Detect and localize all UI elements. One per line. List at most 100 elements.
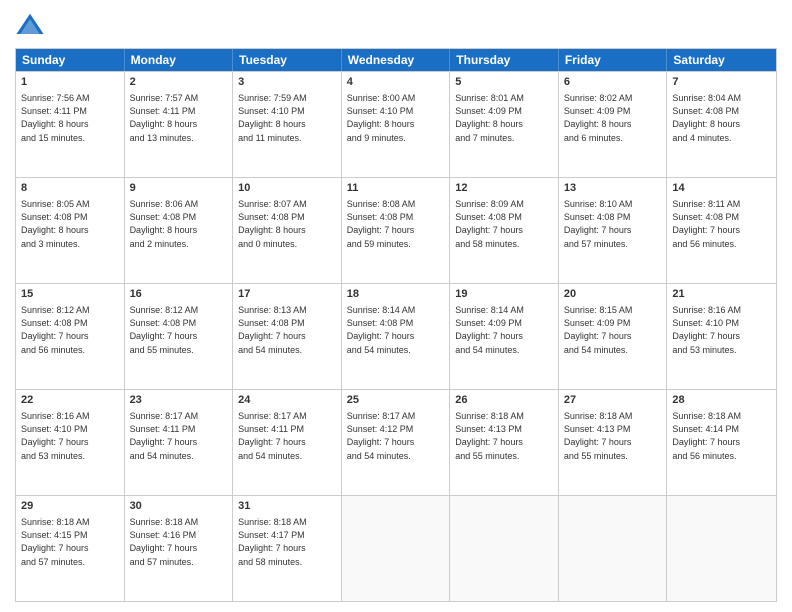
cal-cell-2-4: 11 Sunrise: 8:08 AM Sunset: 4:08 PM Dayli… [342, 178, 451, 283]
day-number: 2 [130, 75, 228, 90]
day-number: 3 [238, 75, 336, 90]
cell-info: Sunrise: 8:09 AM Sunset: 4:08 PM Dayligh… [455, 198, 553, 250]
cell-info: Sunrise: 8:18 AM Sunset: 4:17 PM Dayligh… [238, 516, 336, 568]
cal-cell-2-5: 12 Sunrise: 8:09 AM Sunset: 4:08 PM Dayli… [450, 178, 559, 283]
cell-info: Sunrise: 8:01 AM Sunset: 4:09 PM Dayligh… [455, 92, 553, 144]
cell-info: Sunrise: 8:18 AM Sunset: 4:14 PM Dayligh… [672, 410, 771, 462]
day-number: 10 [238, 181, 336, 196]
cal-cell-4-1: 22Sunrise: 8:16 AM Sunset: 4:10 PM Dayli… [16, 390, 125, 495]
cell-info: Sunrise: 8:18 AM Sunset: 4:13 PM Dayligh… [564, 410, 662, 462]
day-number: 25 [347, 393, 445, 408]
cal-cell-1-2: 2 Sunrise: 7:57 AM Sunset: 4:11 PM Daylig… [125, 72, 234, 177]
cal-row-1: 1 Sunrise: 7:56 AM Sunset: 4:11 PM Daylig… [16, 71, 776, 177]
cal-cell-3-2: 16 Sunrise: 8:12 AM Sunset: 4:08 PM Dayli… [125, 284, 234, 389]
cal-cell-2-2: 9Sunrise: 8:06 AM Sunset: 4:08 PM Daylig… [125, 178, 234, 283]
cal-cell-2-7: 14 Sunrise: 8:11 AM Sunset: 4:08 PM Dayli… [667, 178, 776, 283]
cal-cell-3-7: 21Sunrise: 8:16 AM Sunset: 4:10 PM Dayli… [667, 284, 776, 389]
cal-cell-4-6: 27 Sunrise: 8:18 AM Sunset: 4:13 PM Dayli… [559, 390, 668, 495]
header-day-friday: Friday [559, 49, 668, 71]
cell-info: Sunrise: 8:05 AM Sunset: 4:08 PM Dayligh… [21, 198, 119, 250]
day-number: 24 [238, 393, 336, 408]
cal-cell-5-7 [667, 496, 776, 601]
calendar: SundayMondayTuesdayWednesdayThursdayFrid… [15, 48, 777, 602]
cal-cell-2-3: 10 Sunrise: 8:07 AM Sunset: 4:08 PM Dayli… [233, 178, 342, 283]
day-number: 20 [564, 287, 662, 302]
header-day-sunday: Sunday [16, 49, 125, 71]
day-number: 12 [455, 181, 553, 196]
day-number: 7 [672, 75, 771, 90]
cell-info: Sunrise: 8:04 AM Sunset: 4:08 PM Dayligh… [672, 92, 771, 144]
day-number: 11 [347, 181, 445, 196]
cell-info: Sunrise: 8:17 AM Sunset: 4:11 PM Dayligh… [238, 410, 336, 462]
day-number: 30 [130, 499, 228, 514]
cell-info: Sunrise: 8:00 AM Sunset: 4:10 PM Dayligh… [347, 92, 445, 144]
cal-row-3: 15 Sunrise: 8:12 AM Sunset: 4:08 PM Dayli… [16, 283, 776, 389]
day-number: 26 [455, 393, 553, 408]
cell-info: Sunrise: 8:14 AM Sunset: 4:09 PM Dayligh… [455, 304, 553, 356]
cal-cell-4-3: 24 Sunrise: 8:17 AM Sunset: 4:11 PM Dayli… [233, 390, 342, 495]
calendar-body: 1 Sunrise: 7:56 AM Sunset: 4:11 PM Daylig… [16, 71, 776, 601]
day-number: 1 [21, 75, 119, 90]
day-number: 8 [21, 181, 119, 196]
cal-cell-3-1: 15 Sunrise: 8:12 AM Sunset: 4:08 PM Dayli… [16, 284, 125, 389]
cal-cell-5-1: 29Sunrise: 8:18 AM Sunset: 4:15 PM Dayli… [16, 496, 125, 601]
cal-cell-5-5 [450, 496, 559, 601]
logo-icon [15, 10, 45, 40]
cell-info: Sunrise: 7:56 AM Sunset: 4:11 PM Dayligh… [21, 92, 119, 144]
cal-cell-1-6: 6 Sunrise: 8:02 AM Sunset: 4:09 PM Daylig… [559, 72, 668, 177]
cal-cell-3-3: 17 Sunrise: 8:13 AM Sunset: 4:08 PM Dayli… [233, 284, 342, 389]
cell-info: Sunrise: 8:17 AM Sunset: 4:12 PM Dayligh… [347, 410, 445, 462]
cell-info: Sunrise: 8:17 AM Sunset: 4:11 PM Dayligh… [130, 410, 228, 462]
day-number: 17 [238, 287, 336, 302]
cal-cell-1-5: 5 Sunrise: 8:01 AM Sunset: 4:09 PM Daylig… [450, 72, 559, 177]
cell-info: Sunrise: 8:13 AM Sunset: 4:08 PM Dayligh… [238, 304, 336, 356]
cal-row-4: 22Sunrise: 8:16 AM Sunset: 4:10 PM Dayli… [16, 389, 776, 495]
day-number: 31 [238, 499, 336, 514]
cal-cell-4-7: 28 Sunrise: 8:18 AM Sunset: 4:14 PM Dayli… [667, 390, 776, 495]
cal-cell-5-3: 31 Sunrise: 8:18 AM Sunset: 4:17 PM Dayli… [233, 496, 342, 601]
day-number: 22 [21, 393, 119, 408]
day-number: 14 [672, 181, 771, 196]
cell-info: Sunrise: 7:57 AM Sunset: 4:11 PM Dayligh… [130, 92, 228, 144]
cell-info: Sunrise: 8:14 AM Sunset: 4:08 PM Dayligh… [347, 304, 445, 356]
cell-info: Sunrise: 8:16 AM Sunset: 4:10 PM Dayligh… [672, 304, 771, 356]
day-number: 19 [455, 287, 553, 302]
day-number: 15 [21, 287, 119, 302]
day-number: 5 [455, 75, 553, 90]
header-day-wednesday: Wednesday [342, 49, 451, 71]
cell-info: Sunrise: 8:12 AM Sunset: 4:08 PM Dayligh… [21, 304, 119, 356]
cal-cell-1-1: 1 Sunrise: 7:56 AM Sunset: 4:11 PM Daylig… [16, 72, 125, 177]
cell-info: Sunrise: 8:02 AM Sunset: 4:09 PM Dayligh… [564, 92, 662, 144]
cal-cell-5-4 [342, 496, 451, 601]
cal-cell-4-5: 26Sunrise: 8:18 AM Sunset: 4:13 PM Dayli… [450, 390, 559, 495]
day-number: 16 [130, 287, 228, 302]
day-number: 18 [347, 287, 445, 302]
cal-row-2: 8 Sunrise: 8:05 AM Sunset: 4:08 PM Daylig… [16, 177, 776, 283]
cal-row-5: 29Sunrise: 8:18 AM Sunset: 4:15 PM Dayli… [16, 495, 776, 601]
day-number: 28 [672, 393, 771, 408]
day-number: 23 [130, 393, 228, 408]
header-day-thursday: Thursday [450, 49, 559, 71]
cell-info: Sunrise: 8:08 AM Sunset: 4:08 PM Dayligh… [347, 198, 445, 250]
cell-info: Sunrise: 8:07 AM Sunset: 4:08 PM Dayligh… [238, 198, 336, 250]
day-number: 27 [564, 393, 662, 408]
cell-info: Sunrise: 8:11 AM Sunset: 4:08 PM Dayligh… [672, 198, 771, 250]
cal-cell-5-2: 30 Sunrise: 8:18 AM Sunset: 4:16 PM Dayli… [125, 496, 234, 601]
calendar-header: SundayMondayTuesdayWednesdayThursdayFrid… [16, 49, 776, 71]
day-number: 13 [564, 181, 662, 196]
cell-info: Sunrise: 7:59 AM Sunset: 4:10 PM Dayligh… [238, 92, 336, 144]
cell-info: Sunrise: 8:18 AM Sunset: 4:16 PM Dayligh… [130, 516, 228, 568]
day-number: 6 [564, 75, 662, 90]
cal-cell-2-6: 13 Sunrise: 8:10 AM Sunset: 4:08 PM Dayli… [559, 178, 668, 283]
cell-info: Sunrise: 8:12 AM Sunset: 4:08 PM Dayligh… [130, 304, 228, 356]
cal-cell-1-3: 3 Sunrise: 7:59 AM Sunset: 4:10 PM Daylig… [233, 72, 342, 177]
cal-cell-1-7: 7 Sunrise: 8:04 AM Sunset: 4:08 PM Daylig… [667, 72, 776, 177]
cell-info: Sunrise: 8:15 AM Sunset: 4:09 PM Dayligh… [564, 304, 662, 356]
logo [15, 10, 49, 40]
page: SundayMondayTuesdayWednesdayThursdayFrid… [0, 0, 792, 612]
cal-cell-4-2: 23 Sunrise: 8:17 AM Sunset: 4:11 PM Dayli… [125, 390, 234, 495]
cell-info: Sunrise: 8:10 AM Sunset: 4:08 PM Dayligh… [564, 198, 662, 250]
cal-cell-2-1: 8 Sunrise: 8:05 AM Sunset: 4:08 PM Daylig… [16, 178, 125, 283]
cal-cell-3-4: 18 Sunrise: 8:14 AM Sunset: 4:08 PM Dayli… [342, 284, 451, 389]
header-day-tuesday: Tuesday [233, 49, 342, 71]
